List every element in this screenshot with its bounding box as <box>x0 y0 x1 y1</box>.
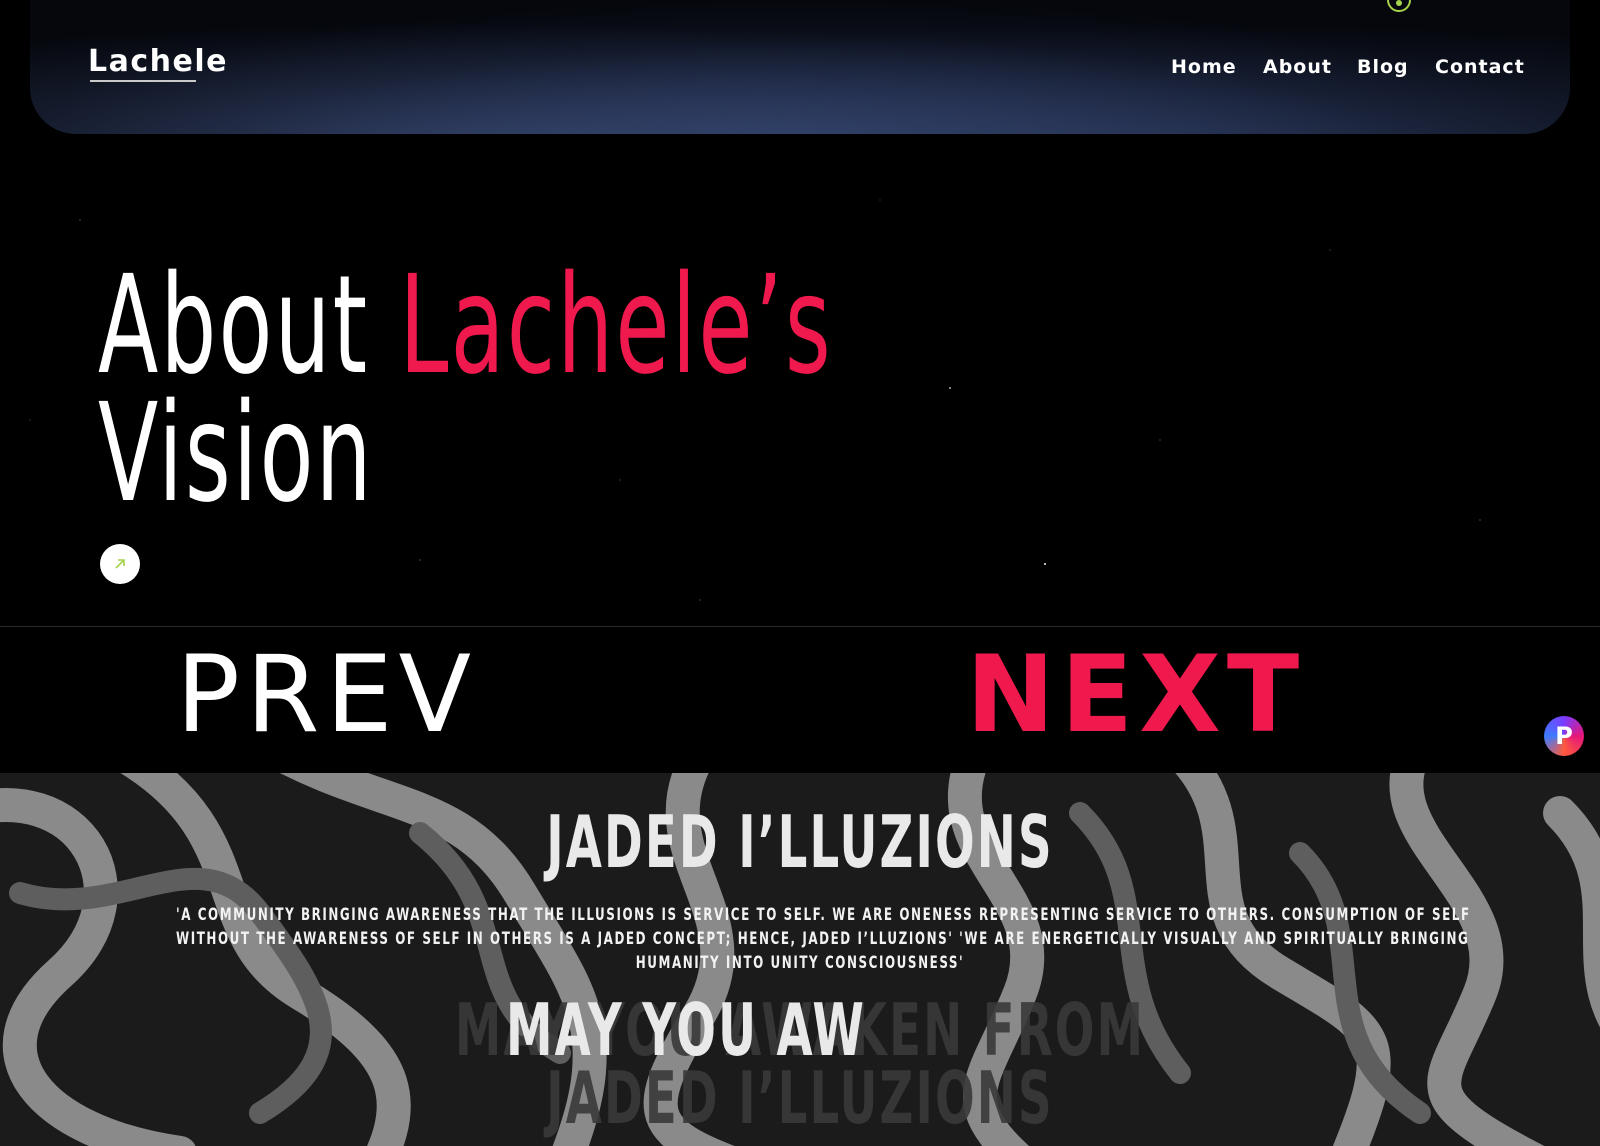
cursor-dot-icon <box>1396 0 1402 6</box>
nav-link-blog[interactable]: Blog <box>1357 56 1409 78</box>
nav-link-about[interactable]: About <box>1263 56 1332 78</box>
p-logo-icon: P <box>1555 722 1573 750</box>
next-button[interactable]: NEXT <box>966 640 1305 750</box>
logo-underline <box>90 80 196 82</box>
title-line-2: Vision <box>98 375 374 533</box>
top-navbar <box>30 0 1570 134</box>
mission-line-2: WITHOUT THE AWARENESS OF SELF IN OTHERS … <box>176 929 1470 949</box>
section-title: JADED I’LLUZIONS <box>546 800 1054 884</box>
nav-link-home[interactable]: Home <box>1171 56 1237 78</box>
nav-link-contact[interactable]: Contact <box>1435 56 1525 78</box>
site-logo[interactable]: Lachele <box>88 44 228 79</box>
arrow-up-right-icon <box>115 559 125 569</box>
title-accent: Lachele’s <box>399 247 833 405</box>
floating-app-badge[interactable]: P <box>1544 716 1584 756</box>
hero-arrow-button[interactable] <box>100 544 140 584</box>
prev-button[interactable]: PREV <box>176 640 477 750</box>
mission-line-3: HUMANITY INTO UNITY CONSCIOUSNESS' <box>635 953 965 973</box>
page-title: About Lachele’s Vision <box>98 258 833 522</box>
typing-heading: MAY YOU AW <box>506 988 867 1072</box>
mission-line-1: 'A COMMUNITY BRINGING AWARENESS THAT THE… <box>176 905 1471 925</box>
